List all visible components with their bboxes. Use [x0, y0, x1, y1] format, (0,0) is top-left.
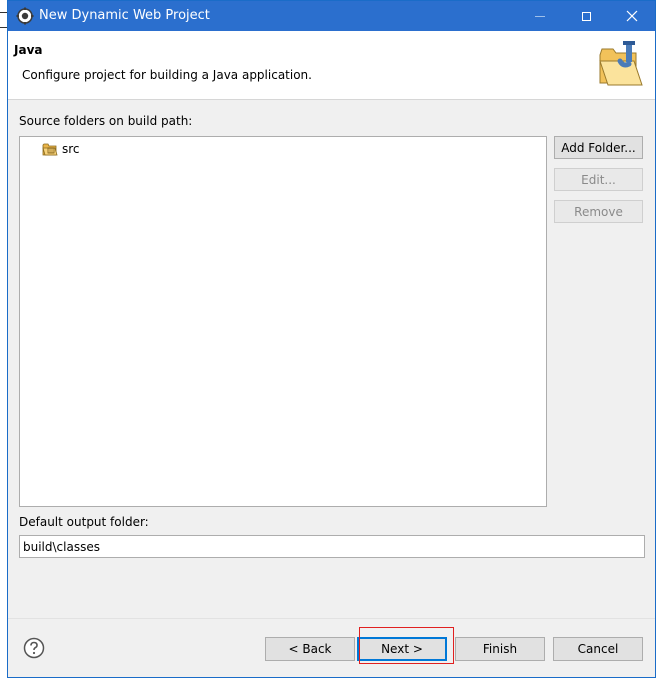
maximize-button[interactable] [563, 1, 609, 31]
add-folder-button[interactable]: Add Folder... [554, 136, 643, 159]
cancel-button[interactable]: Cancel [553, 637, 643, 661]
page-description: Configure project for building a Java ap… [22, 68, 312, 82]
help-icon[interactable] [23, 637, 45, 659]
source-folders-tree[interactable]: src [19, 136, 547, 507]
resize-cursor-icon [0, 12, 7, 28]
background-window-edge [0, 0, 7, 685]
remove-button[interactable]: Remove [554, 200, 643, 223]
close-icon [626, 10, 638, 22]
wizard-header: Java Configure project for building a Ja… [8, 31, 655, 100]
footer-divider [8, 618, 655, 619]
page-title: Java [14, 43, 43, 57]
maximize-icon [581, 11, 591, 21]
window-title: New Dynamic Web Project [39, 8, 210, 23]
source-folder-icon [42, 143, 58, 156]
next-button[interactable]: Next > [357, 637, 447, 661]
background-window-edge-right [656, 0, 662, 685]
minimize-button[interactable] [517, 1, 563, 31]
tree-item-label: src [62, 142, 80, 156]
java-folder-wizard-icon [599, 41, 643, 86]
output-folder-label: Default output folder: [19, 515, 149, 529]
dialog-window: New Dynamic Web Project Java Configure p… [7, 0, 656, 678]
close-button[interactable] [609, 1, 655, 31]
minimize-icon [535, 15, 545, 17]
back-button[interactable]: < Back [265, 637, 355, 661]
output-folder-input[interactable] [19, 535, 645, 558]
edit-button[interactable]: Edit... [554, 168, 643, 191]
source-folders-label: Source folders on build path: [19, 114, 193, 128]
eclipse-gear-icon [16, 7, 34, 25]
title-bar[interactable]: New Dynamic Web Project [8, 1, 655, 31]
finish-button[interactable]: Finish [455, 637, 545, 661]
tree-item-src[interactable]: src [42, 140, 80, 158]
